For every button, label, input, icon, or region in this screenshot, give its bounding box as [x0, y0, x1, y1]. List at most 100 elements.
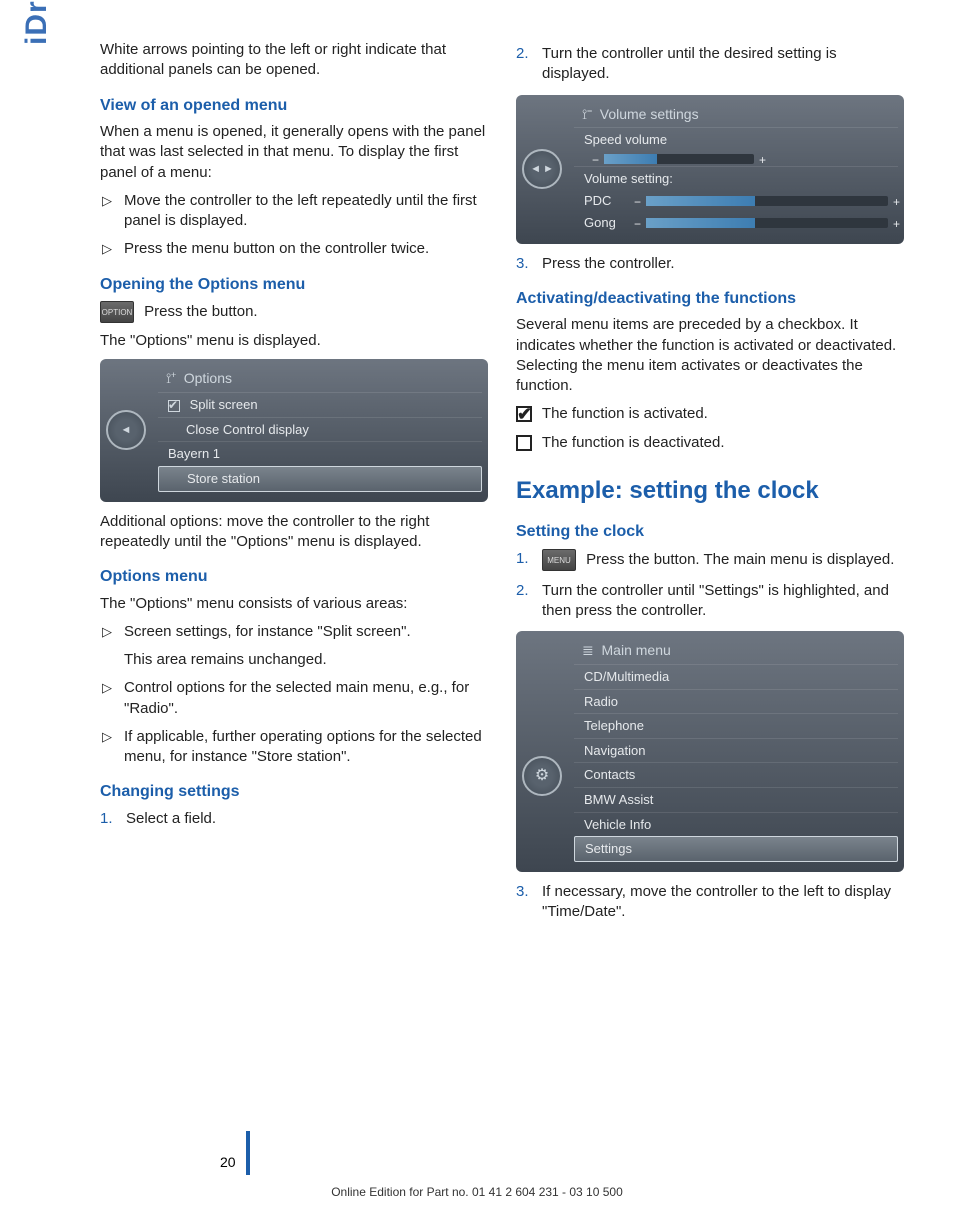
minus-icon: − [634, 194, 641, 210]
text: Main menu [602, 642, 671, 658]
numbered-list: 2. Turn the controller until the desired… [516, 44, 904, 85]
antenna-icon: ⟟⁺ [166, 370, 176, 386]
screenshot-row-highlighted: Store station [158, 466, 482, 492]
chevron-left-icon: ◄ [530, 162, 541, 177]
screenshot-row: Speed volume [574, 127, 898, 152]
list-item: Control options for the selected main me… [100, 678, 488, 719]
heading-example: Example: setting the clock [516, 475, 904, 507]
paragraph: The "Options" menu consists of various a… [100, 594, 488, 614]
list-item: 1. MENU Press the button. The main menu … [516, 549, 904, 571]
text: Screen settings, for instance "Split scr… [124, 623, 411, 640]
page-rule [246, 1131, 250, 1175]
heading-options-menu: Options menu [100, 566, 488, 588]
text: Select a field. [126, 810, 216, 827]
right-column: 2. Turn the controller until the desired… [516, 40, 904, 932]
paragraph: The "Options" menu is displayed. [100, 331, 488, 351]
step-number: 1. [516, 549, 529, 569]
list-item: Move the controller to the left repeated… [100, 191, 488, 232]
list-item: 3. Press the controller. [516, 254, 904, 274]
heading-activating: Activating/deactivating the functions [516, 288, 904, 310]
minus-icon: − [634, 216, 641, 232]
paragraph: Several menu items are preceded by a che… [516, 315, 904, 396]
bullet-list: Screen settings, for instance "Split scr… [100, 622, 488, 768]
screenshot-volume-settings: ◄ ► ⟟⁼ Volume settings Speed volume − + [516, 95, 904, 244]
sub-paragraph: This area remains unchanged. [124, 650, 488, 670]
list-item: 3. If necessary, move the controller to … [516, 882, 904, 923]
menu-button-icon: MENU [542, 549, 576, 571]
intro-paragraph: White arrows pointing to the left or rig… [100, 40, 488, 81]
screenshot-row: Vehicle Info [574, 812, 898, 837]
screenshot-row: Close Control display [158, 417, 482, 442]
paragraph: When a menu is opened, it generally open… [100, 122, 488, 183]
text: Options [184, 370, 232, 386]
text: Press the controller. [542, 255, 675, 272]
screenshot-row: Radio [574, 689, 898, 714]
gear-icon: ⚙ [535, 765, 549, 787]
text: Volume settings [600, 106, 699, 122]
step-number: 1. [100, 809, 113, 829]
heading-view-opened-menu: View of an opened menu [100, 95, 488, 117]
screenshot-row: Split screen [158, 392, 482, 417]
list-icon: ≣ [582, 642, 594, 658]
step-number: 2. [516, 44, 529, 64]
controller-dial-icon: ◄ ► [522, 149, 562, 189]
numbered-list: 1. Select a field. [100, 809, 488, 829]
list-item: 1. Select a field. [100, 809, 488, 829]
text: Split screen [190, 397, 258, 412]
heading-setting-clock: Setting the clock [516, 521, 904, 543]
text: Turn the controller until "Settings" is … [542, 582, 889, 619]
text: The function is activated. [542, 405, 708, 422]
footer-text: Online Edition for Part no. 01 41 2 604 … [0, 1185, 954, 1199]
chevron-right-icon: ► [543, 162, 554, 177]
chevron-left-icon: ◄ [121, 423, 132, 438]
minus-icon: − [592, 152, 599, 168]
plus-icon: + [893, 216, 900, 232]
option-button-icon: OPTION [100, 301, 134, 323]
step-number: 3. [516, 254, 529, 274]
text: Press the button. [144, 303, 257, 320]
section-tab: iDrive [20, 0, 54, 45]
list-item: Screen settings, for instance "Split scr… [100, 622, 488, 671]
check-line: The function is deactivated. [516, 433, 904, 453]
slider: − + [604, 154, 754, 164]
numbered-list: 3. If necessary, move the controller to … [516, 882, 904, 923]
text: If necessary, move the controller to the… [542, 883, 891, 920]
screenshot-row: CD/Multimedia [574, 664, 898, 689]
list-item: Press the menu button on the controller … [100, 239, 488, 259]
screenshot-row: Bayern 1 [158, 441, 482, 466]
screenshot-options-menu: ◄ ⟟⁺ Options Split screen Close Control … [100, 359, 488, 501]
controller-dial-icon: ◄ [106, 410, 146, 450]
text: Turn the controller until the desired se… [542, 45, 837, 82]
step-number: 2. [516, 581, 529, 601]
bullet-list: Move the controller to the left repeated… [100, 191, 488, 260]
list-item: 2. Turn the controller until "Settings" … [516, 581, 904, 622]
slider: − + [646, 196, 888, 206]
paragraph: OPTION Press the button. [100, 301, 488, 323]
slider-row: Gong − + [574, 212, 898, 234]
slider-row: − + [574, 152, 898, 166]
text: The function is deactivated. [542, 434, 725, 451]
heading-changing-settings: Changing settings [100, 781, 488, 803]
step-number: 3. [516, 882, 529, 902]
plus-icon: + [893, 194, 900, 210]
slider: − + [646, 218, 888, 228]
numbered-list: 3. Press the controller. [516, 254, 904, 274]
check-line: The function is activated. [516, 404, 904, 424]
plus-icon: + [759, 152, 766, 168]
checkbox-checked-icon [516, 406, 532, 422]
checkbox-on-icon [168, 400, 180, 412]
list-item: 2. Turn the controller until the desired… [516, 44, 904, 85]
antenna-icon: ⟟⁼ [582, 106, 592, 122]
screenshot-title: ⟟⁺ Options [158, 365, 482, 392]
checkbox-unchecked-icon [516, 435, 532, 451]
screenshot-main-menu: ⚙ ≣ Main menu CD/Multimedia Radio Teleph… [516, 631, 904, 871]
slider-row: PDC − + [574, 190, 898, 212]
list-item: If applicable, further operating options… [100, 727, 488, 768]
screenshot-title: ⟟⁼ Volume settings [574, 101, 898, 128]
screenshot-row: Telephone [574, 713, 898, 738]
left-column: White arrows pointing to the left or rig… [100, 40, 488, 932]
screenshot-row-highlighted: Settings [574, 836, 898, 862]
text: Press the button. The main menu is displ… [586, 551, 894, 568]
controller-dial-icon: ⚙ [522, 756, 562, 796]
slider-label: PDC [584, 192, 640, 210]
